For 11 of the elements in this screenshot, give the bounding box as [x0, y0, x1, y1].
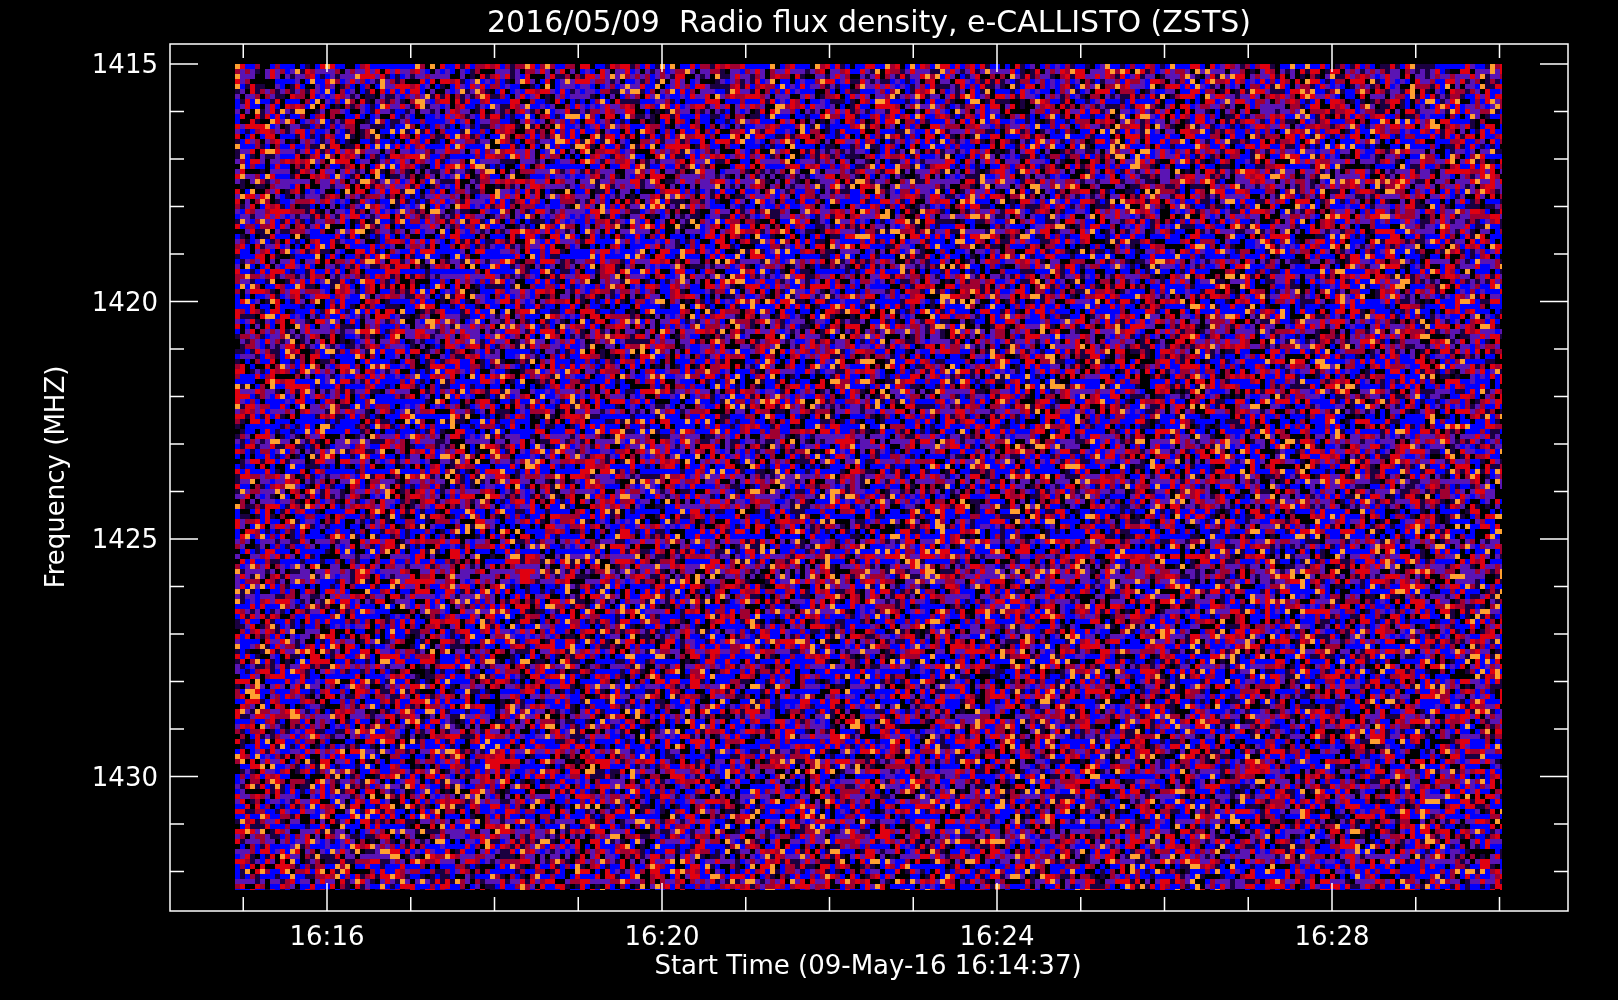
axis-title: Start Time (09-May-16 16:14:37): [654, 950, 1082, 980]
axis-tick-label: 1415: [91, 49, 158, 79]
axis-tick-label: 16:24: [959, 921, 1035, 951]
axis-title: Frequency (MHZ): [40, 365, 70, 589]
chart-title: 2016/05/09 Radio flux density, e-CALLISTO (ZSTS): [487, 6, 1251, 37]
axis-tick-label: 1420: [91, 286, 158, 317]
axis-tick-label: 16:20: [624, 921, 700, 951]
axis-tick-label: 16:28: [1294, 921, 1370, 951]
axis-tick-label: 1430: [91, 761, 158, 792]
axis-tick-label: 1425: [91, 524, 158, 554]
axis-tick-label: 16:16: [289, 921, 365, 951]
